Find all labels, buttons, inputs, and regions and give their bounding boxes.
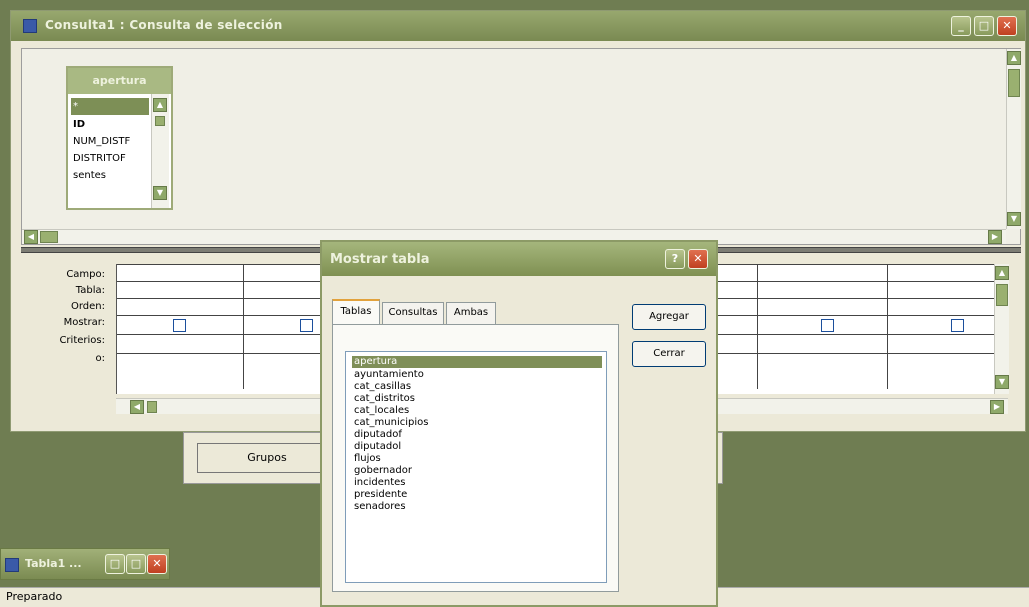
grid-line [243, 264, 244, 389]
table-box-apertura[interactable]: apertura * ID NUM_DISTF DISTRITOF sentes… [66, 66, 173, 210]
list-item[interactable]: cat_locales [352, 405, 602, 417]
scroll-down-icon[interactable]: ▼ [995, 375, 1009, 389]
close-button[interactable]: ✕ [147, 554, 167, 574]
scroll-thumb[interactable] [40, 231, 58, 243]
list-item[interactable]: senadores [352, 501, 602, 513]
list-item[interactable]: presidente [352, 489, 602, 501]
query-titlebar[interactable]: Consulta1 : Consulta de selección _ □ ✕ [11, 11, 1025, 41]
row-label-o: o: [95, 353, 106, 364]
groups-button[interactable]: Grupos [197, 443, 337, 473]
show-checkbox[interactable] [821, 319, 834, 332]
dialog-title: Mostrar tabla [330, 252, 430, 267]
show-checkbox[interactable] [300, 319, 313, 332]
scroll-up-icon[interactable]: ▲ [153, 98, 167, 112]
field-item[interactable]: NUM_DISTF [71, 133, 149, 150]
list-item[interactable]: diputadol [352, 441, 602, 453]
tab-panel: apertura ayuntamiento cat_casillas cat_d… [332, 324, 619, 592]
dialog-close-button[interactable]: ✕ [688, 249, 708, 269]
list-item[interactable]: cat_municipios [352, 417, 602, 429]
scroll-left-icon[interactable]: ◀ [130, 400, 144, 414]
show-table-dialog: Mostrar tabla ? ✕ Tablas Consultas Ambas… [320, 240, 718, 607]
tab-consultas[interactable]: Consultas [382, 302, 444, 324]
table-pane-vscroll[interactable]: ▲ ▼ [1006, 49, 1021, 229]
scroll-down-icon[interactable]: ▼ [153, 186, 167, 200]
scroll-thumb[interactable] [147, 401, 157, 413]
scroll-down-icon[interactable]: ▼ [1007, 212, 1021, 226]
table-app-icon [5, 558, 19, 572]
list-item[interactable]: cat_casillas [352, 381, 602, 393]
list-item[interactable]: incidentes [352, 477, 602, 489]
scroll-right-icon[interactable]: ▶ [988, 230, 1002, 244]
list-item[interactable]: cat_distritos [352, 393, 602, 405]
row-label-campo: Campo: [66, 269, 105, 280]
add-button[interactable]: Agregar [632, 304, 706, 330]
list-item[interactable]: flujos [352, 453, 602, 465]
row-label-orden: Orden: [70, 301, 105, 312]
field-item[interactable]: * [71, 98, 149, 115]
tab-ambas[interactable]: Ambas [446, 302, 496, 324]
minimize-button[interactable]: _ [951, 16, 971, 36]
row-label-criterios: Criterios: [59, 335, 105, 346]
row-label-tabla: Tabla: [75, 285, 105, 296]
dialog-titlebar[interactable]: Mostrar tabla ? ✕ [322, 242, 716, 276]
grid-vscroll[interactable]: ▲ ▼ [994, 264, 1009, 394]
scroll-thumb[interactable] [1008, 69, 1020, 97]
help-button[interactable]: ? [665, 249, 685, 269]
restore-button[interactable]: □ [105, 554, 125, 574]
field-item[interactable]: ID [71, 116, 149, 133]
list-item[interactable]: gobernador [352, 465, 602, 477]
maximize-button[interactable]: □ [126, 554, 146, 574]
grid-line [887, 264, 888, 389]
list-item[interactable]: diputadof [352, 429, 602, 441]
query-window-title: Consulta1 : Consulta de selección [45, 18, 283, 32]
table-box-title[interactable]: apertura [68, 68, 171, 94]
scroll-left-icon[interactable]: ◀ [24, 230, 38, 244]
row-label-mostrar: Mostrar: [63, 317, 105, 328]
scroll-right-icon[interactable]: ▶ [990, 400, 1004, 414]
tab-tablas[interactable]: Tablas [332, 299, 380, 325]
grid-line [757, 264, 758, 389]
scroll-thumb[interactable] [996, 284, 1008, 306]
scroll-up-icon[interactable]: ▲ [1007, 51, 1021, 65]
field-item[interactable]: DISTRITOF [71, 150, 149, 167]
scroll-thumb[interactable] [155, 116, 165, 126]
list-item[interactable]: apertura [352, 356, 602, 368]
table-list[interactable]: apertura ayuntamiento cat_casillas cat_d… [345, 351, 607, 583]
minimized-window-title: Tabla1 ... [25, 557, 82, 570]
show-checkbox[interactable] [951, 319, 964, 332]
minimized-window[interactable]: Tabla1 ... □ □ ✕ [0, 548, 170, 580]
show-checkbox[interactable] [173, 319, 186, 332]
list-item[interactable]: ayuntamiento [352, 369, 602, 381]
scroll-up-icon[interactable]: ▲ [995, 266, 1009, 280]
field-item[interactable]: sentes [71, 167, 149, 184]
maximize-button[interactable]: □ [974, 16, 994, 36]
close-button[interactable]: ✕ [997, 16, 1017, 36]
close-dialog-button[interactable]: Cerrar [632, 341, 706, 367]
table-box-scroll[interactable]: ▲ ▼ [151, 94, 169, 208]
query-app-icon [23, 19, 37, 33]
